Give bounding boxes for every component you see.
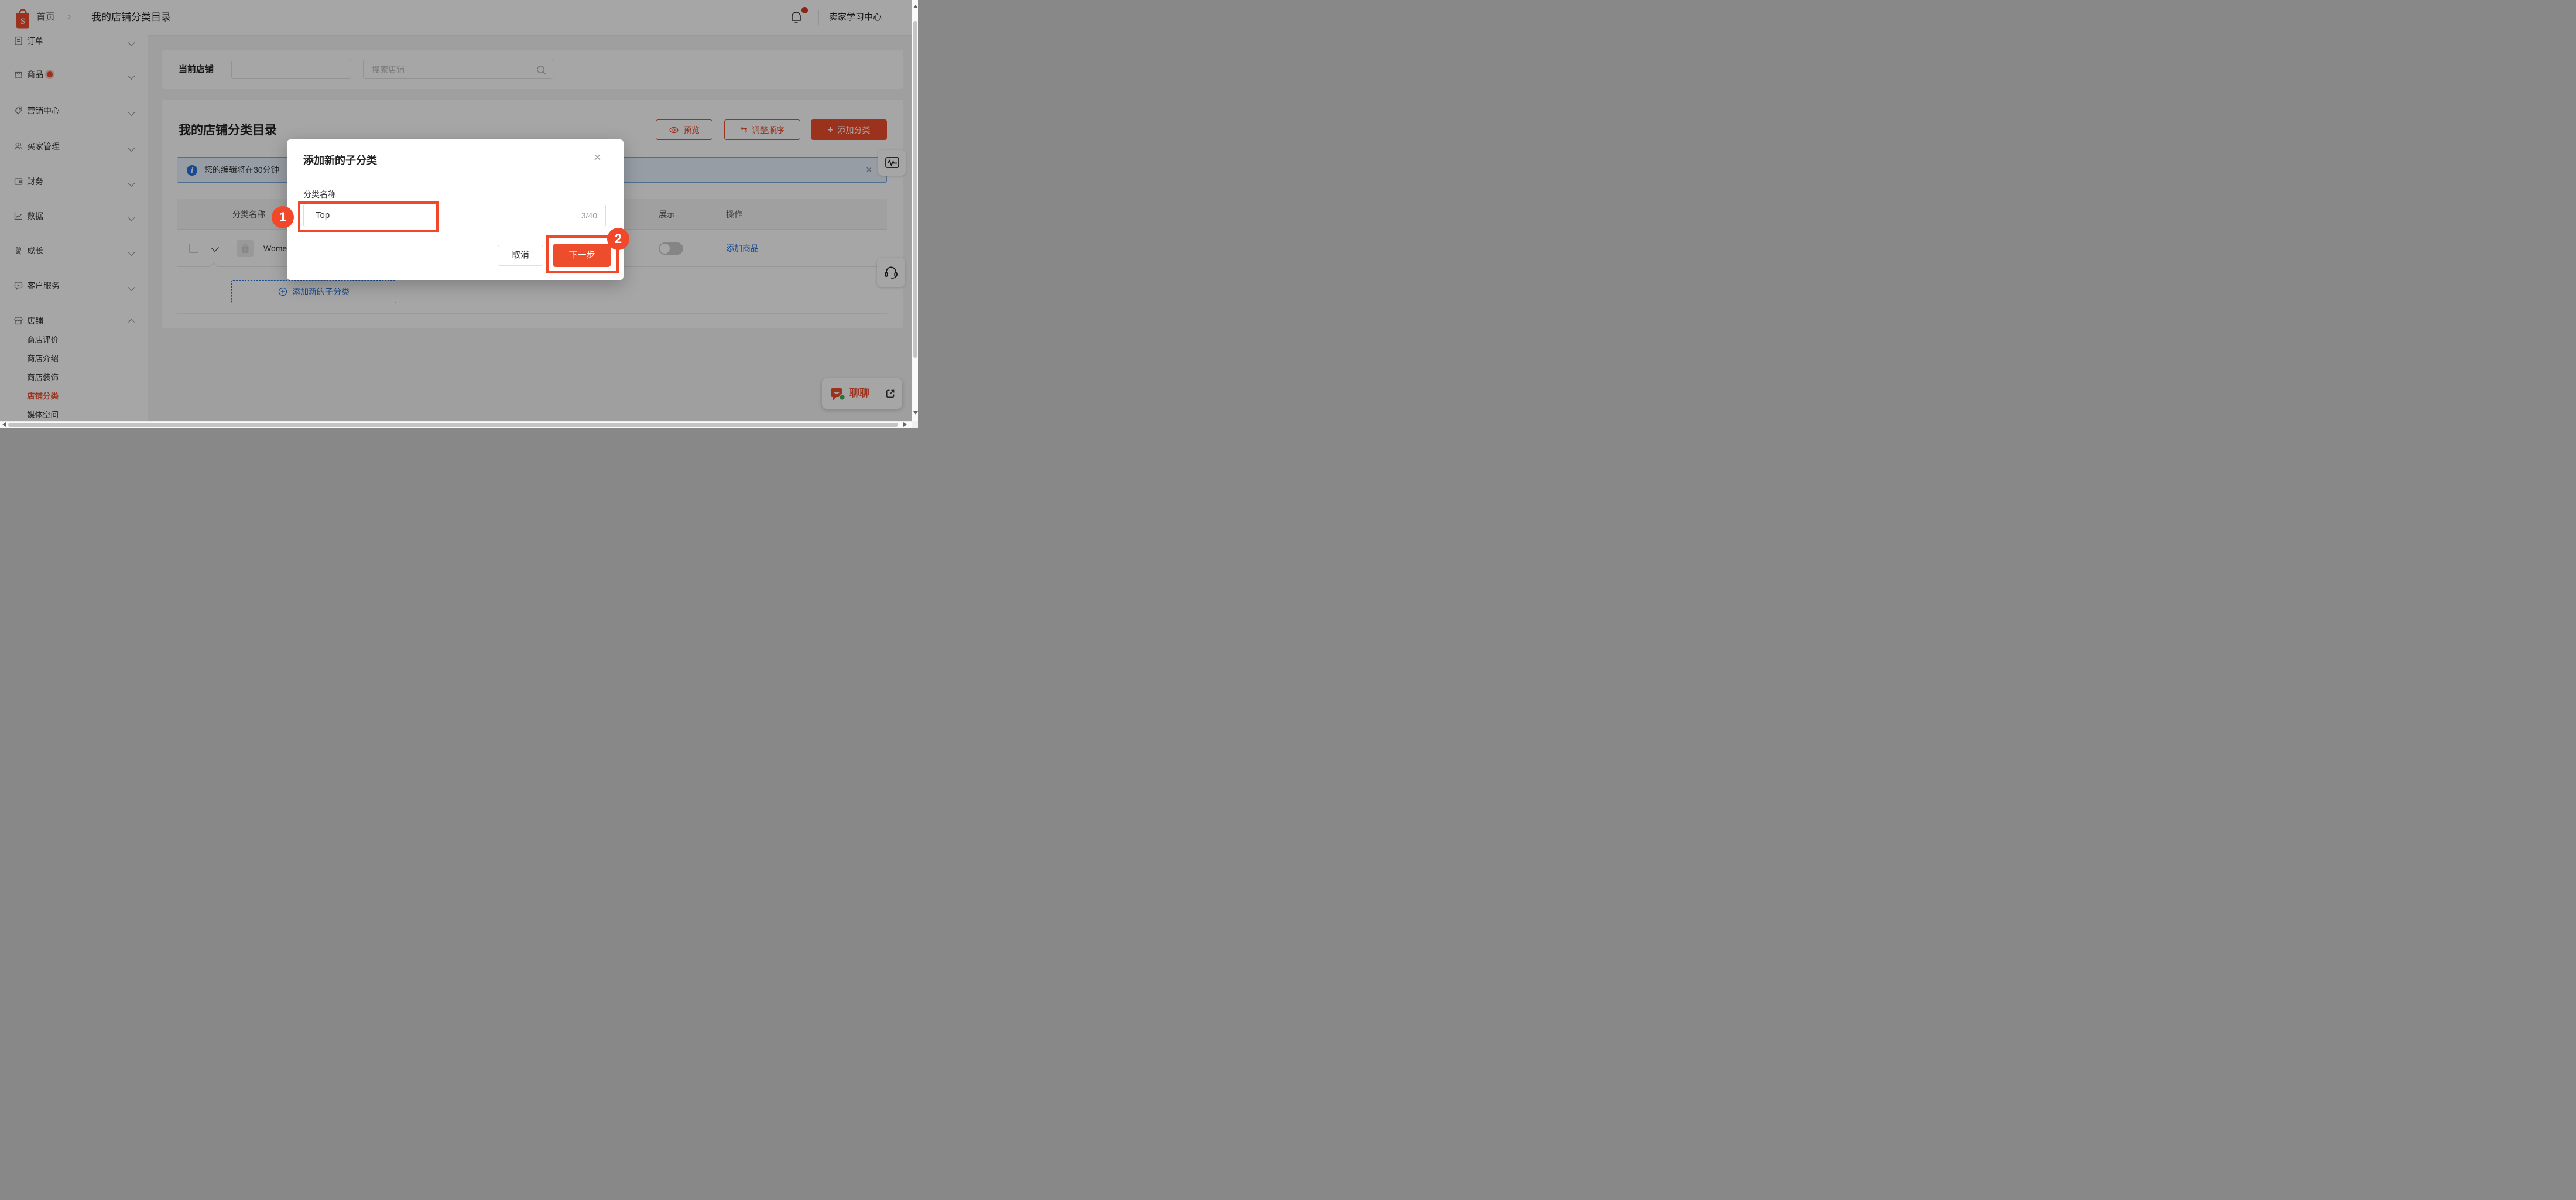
annotation-rect-step1 [298,201,439,232]
scroll-right-arrow[interactable] [903,422,907,427]
scroll-down-arrow[interactable] [913,411,918,415]
vertical-scrollbar[interactable] [912,0,918,421]
horizontal-scroll-thumb[interactable] [8,423,898,427]
category-name-label: 分类名称 [303,189,336,200]
char-counter: 3/40 [581,204,597,227]
scrollbar-corner [912,421,918,428]
scroll-up-arrow[interactable] [913,5,918,8]
cancel-button[interactable]: 取消 [498,245,543,266]
horizontal-scrollbar[interactable] [0,421,912,428]
vertical-scroll-thumb[interactable] [913,21,917,358]
modal-title: 添加新的子分类 [303,152,377,167]
seller-center-page: S 首页 › 我的店铺分类目录 卖家学习中心 订单 [0,0,918,428]
scroll-left-arrow[interactable] [2,422,6,427]
modal-close-icon[interactable]: × [594,150,601,165]
annotation-badge-step1: 1 [272,206,294,228]
annotation-badge-step2: 2 [607,228,629,250]
